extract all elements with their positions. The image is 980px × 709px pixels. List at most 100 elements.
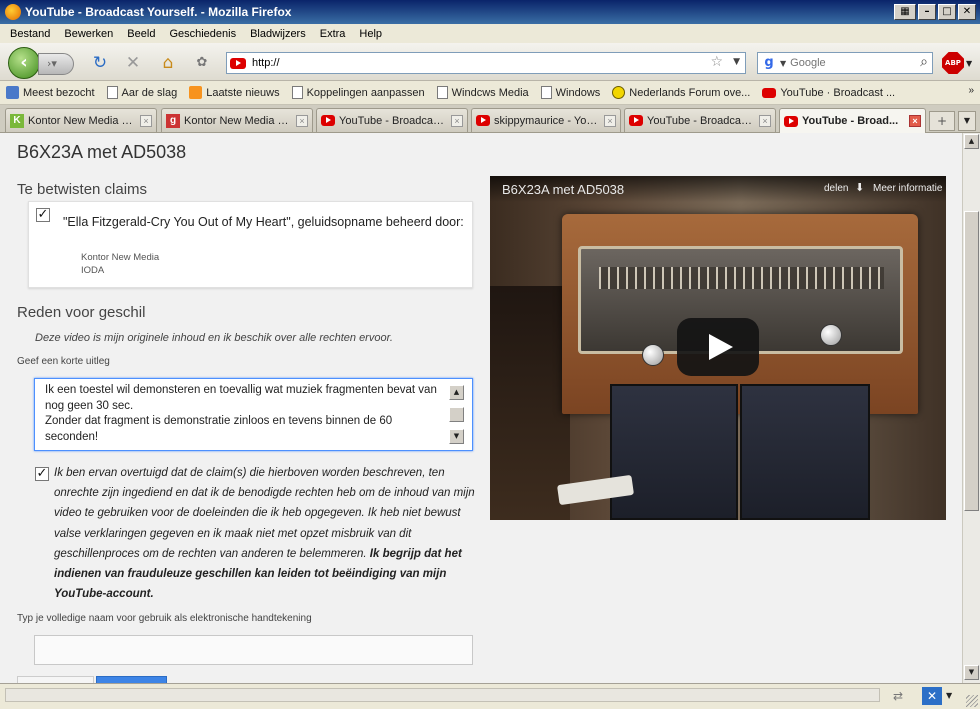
chevron-down-icon[interactable]: ▼ (946, 691, 952, 700)
bookmarks-overflow-button[interactable]: » (968, 85, 974, 96)
search-bar[interactable]: g ▼ ⌕ (757, 52, 933, 74)
navigation-toolbar: ‹ ›▾ ↻ ✕ ⌂ ✿ http:// ☆ ▼ g ▼ ⌕ ABP ▼ (0, 43, 980, 81)
bookmark-item[interactable]: Meest bezocht (6, 86, 95, 99)
claim-checkbox[interactable]: ✓ (36, 208, 50, 222)
video-speaker (740, 384, 870, 520)
url-dropdown-icon[interactable]: ▼ (733, 57, 740, 67)
scroll-thumb[interactable] (964, 211, 979, 511)
claim-card: ✓ "Ella Fitzgerald-Cry You Out of My Hea… (28, 201, 473, 288)
url-bar[interactable]: http:// ☆ ▼ (226, 52, 746, 74)
horizontal-scrollbar[interactable] (5, 688, 880, 702)
search-icon[interactable]: ⌕ (920, 54, 928, 70)
tab-label: YouTube - Broadcast... (339, 114, 447, 127)
close-window-button[interactable]: ✕ (958, 4, 976, 20)
window-extra-button[interactable]: ▦ (894, 4, 916, 20)
forward-button[interactable]: ›▾ (38, 53, 74, 75)
youtube-favicon-icon (230, 57, 246, 69)
play-button-icon[interactable] (677, 318, 759, 376)
minimize-button[interactable]: – (918, 4, 936, 20)
tab-close-icon[interactable]: × (451, 114, 463, 127)
tab-skippymaurice[interactable]: skippymaurice - YouT... × (471, 108, 621, 132)
cancel-button[interactable] (17, 676, 94, 683)
video-player[interactable]: B6X23A met AD5038 delen ⬇ Meer informati… (490, 176, 946, 520)
adblock-dropdown-icon[interactable]: ▼ (966, 59, 972, 68)
agreement-body: Ik ben ervan overtuigd dat de claim(s) d… (54, 467, 475, 560)
bookmark-item[interactable]: Windows (540, 86, 600, 99)
scroll-up-icon[interactable]: ▲ (964, 134, 979, 149)
bookmark-star-icon[interactable]: ☆ (710, 54, 723, 70)
adblock-icon[interactable]: ABP (942, 52, 964, 74)
menu-bewerken[interactable]: Bewerken (64, 28, 113, 40)
tab-youtube-1[interactable]: YouTube - Broadcast... × (316, 108, 468, 132)
explanation-textarea[interactable]: Ik een toestel wil demonsteren en toeval… (34, 378, 473, 451)
explanation-text[interactable]: Ik een toestel wil demonsteren en toeval… (45, 383, 445, 445)
signature-input[interactable] (34, 635, 473, 665)
video-share-button[interactable]: delen (824, 183, 848, 194)
tab-list-button[interactable]: ▼ (958, 111, 976, 131)
tab-kontor-2[interactable]: g Kontor New Media G... × (161, 108, 313, 132)
bookmark-item[interactable]: Koppelingen aanpassen (291, 86, 425, 99)
new-tab-button[interactable]: + (929, 111, 955, 131)
tab-close-icon[interactable]: × (140, 114, 152, 127)
bookmark-item[interactable]: Aar de slag (106, 86, 177, 99)
share-arrow-icon[interactable]: ⬇ (855, 181, 864, 194)
agree-checkbox[interactable]: ✓ (35, 467, 49, 481)
youtube-icon (784, 115, 798, 127)
tab-close-icon[interactable]: × (759, 114, 771, 127)
resize-grip[interactable] (966, 695, 978, 707)
video-title[interactable]: B6X23A met AD5038 (502, 182, 624, 197)
forward-arrow-icon: ›▾ (47, 57, 57, 70)
page-icon (291, 86, 303, 99)
tab-youtube-2[interactable]: YouTube - Broadcast... × (624, 108, 776, 132)
tab-close-icon[interactable]: × (604, 114, 616, 127)
youtube-icon (629, 115, 643, 126)
bookmark-item[interactable]: Laatste nieuws (189, 86, 280, 99)
signature-label: Typ je volledige naam voor gebruik als e… (17, 613, 312, 624)
page-scrollbar[interactable]: ▲ ▼ (962, 133, 980, 683)
textarea-scrollbar[interactable]: ▲ ▼ (449, 385, 464, 444)
menu-bestand[interactable]: Bestand (10, 28, 50, 40)
reason-heading: Reden voor geschil (17, 304, 146, 321)
bookmark-item[interactable]: Nederlands Forum ove... (612, 86, 750, 99)
search-input[interactable] (790, 57, 901, 69)
scroll-down-icon[interactable]: ▼ (964, 665, 979, 680)
stop-icon[interactable]: ✕ (123, 53, 143, 73)
tab-kontor-1[interactable]: K Kontor New Media G... × (5, 108, 157, 132)
claim-owner: IODA (81, 265, 105, 276)
bookmark-item[interactable]: YouTube · Broadcast ... (762, 87, 895, 99)
smiley-icon (612, 86, 626, 99)
reload-icon[interactable]: ↻ (90, 53, 110, 73)
maximize-button[interactable]: □ (938, 4, 956, 20)
agreement-text: Ik ben ervan overtuigd dat de claim(s) d… (54, 463, 476, 604)
scroll-down-icon[interactable]: ▼ (449, 429, 464, 444)
back-button[interactable]: ‹ (8, 47, 40, 79)
tab-close-icon[interactable]: × (909, 115, 921, 127)
video-knob (820, 324, 842, 346)
bookmark-label: Koppelingen aanpassen (306, 86, 425, 99)
addon-icon[interactable]: ✿ (192, 53, 212, 73)
submit-button[interactable] (96, 676, 167, 683)
tab-close-icon[interactable]: × (296, 114, 308, 127)
search-engine-dropdown-icon[interactable]: ▼ (780, 59, 786, 68)
menu-geschiedenis[interactable]: Geschiedenis (169, 28, 236, 40)
url-text[interactable]: http:// (252, 57, 280, 69)
home-icon[interactable]: ⌂ (158, 53, 178, 73)
menu-help[interactable]: Help (359, 28, 382, 40)
addon-status-icon[interactable]: ✕ (922, 687, 942, 705)
menu-bar: Bestand Bewerken Beeld Geschiedenis Blad… (0, 24, 980, 43)
firefox-icon (5, 4, 21, 20)
menu-extra[interactable]: Extra (320, 28, 346, 40)
connection-icon[interactable]: ⇄ (893, 689, 903, 703)
scroll-up-icon[interactable]: ▲ (449, 385, 464, 400)
video-more-info-button[interactable]: Meer informatie (873, 183, 942, 194)
claim-text: "Ella Fitzgerald-Cry You Out of My Heart… (63, 215, 464, 229)
scroll-thumb[interactable] (449, 407, 464, 422)
window-controls: ▦ – □ ✕ (894, 4, 976, 20)
youtube-icon (762, 87, 777, 98)
menu-bladwijzers[interactable]: Bladwijzers (250, 28, 306, 40)
google-icon[interactable]: g (760, 54, 778, 72)
tab-youtube-active[interactable]: YouTube - Broad... × (779, 108, 926, 133)
menu-beeld[interactable]: Beeld (127, 28, 155, 40)
bookmark-item[interactable]: Windcws Media (436, 86, 529, 99)
window-titlebar: YouTube - Broadcast Yourself. - Mozilla … (0, 0, 980, 24)
